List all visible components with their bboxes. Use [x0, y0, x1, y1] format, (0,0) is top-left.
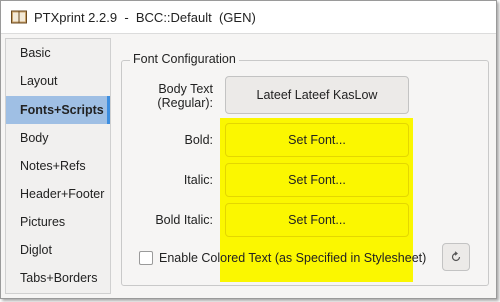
sidebar-item-body[interactable]: Body — [6, 124, 110, 152]
body-text-label-line2: (Regular): — [157, 96, 213, 110]
fonts-scripts-panel: Font Configuration Body Text (Regular): … — [113, 38, 494, 294]
italic-font-button[interactable]: Set Font... — [225, 163, 409, 197]
font-configuration-legend: Font Configuration — [130, 52, 239, 66]
sidebar: Basic Layout Fonts+Scripts Body Notes+Re… — [5, 38, 111, 294]
sidebar-item-layout[interactable]: Layout — [6, 67, 110, 95]
italic-label: Italic: — [183, 173, 213, 187]
body-font-button[interactable]: Lateef Lateef KasLow — [225, 76, 409, 114]
bold-italic-font-button[interactable]: Set Font... — [225, 203, 409, 237]
reset-icon — [451, 251, 461, 262]
bold-label: Bold: — [184, 133, 214, 147]
reset-button[interactable] — [442, 243, 470, 271]
bold-font-button[interactable]: Set Font... — [225, 123, 409, 157]
book-icon — [11, 10, 27, 24]
sidebar-item-pictures[interactable]: Pictures — [6, 208, 110, 236]
sidebar-item-header-footer[interactable]: Header+Footer — [6, 180, 110, 208]
enable-colored-text-checkbox[interactable] — [139, 251, 153, 265]
body-text-label-line1: Body Text — [158, 82, 213, 96]
window-title: PTXprint 2.2.9 - BCC::Default (GEN) — [34, 10, 256, 25]
sidebar-item-diglot[interactable]: Diglot — [6, 236, 110, 264]
app-window: PTXprint 2.2.9 - BCC::Default (GEN) Basi… — [0, 0, 497, 299]
body-text-label: Body Text (Regular): — [113, 82, 213, 110]
title-bar: PTXprint 2.2.9 - BCC::Default (GEN) — [1, 1, 496, 34]
enable-colored-text-label[interactable]: Enable Colored Text (as Specified in Sty… — [159, 251, 426, 265]
sidebar-item-fonts-scripts[interactable]: Fonts+Scripts — [6, 96, 110, 124]
sidebar-item-tabs-borders[interactable]: Tabs+Borders — [6, 264, 110, 292]
sidebar-item-basic[interactable]: Basic — [6, 39, 110, 67]
sidebar-item-notes-refs[interactable]: Notes+Refs — [6, 152, 110, 180]
bold-italic-label: Bold Italic: — [155, 213, 213, 227]
